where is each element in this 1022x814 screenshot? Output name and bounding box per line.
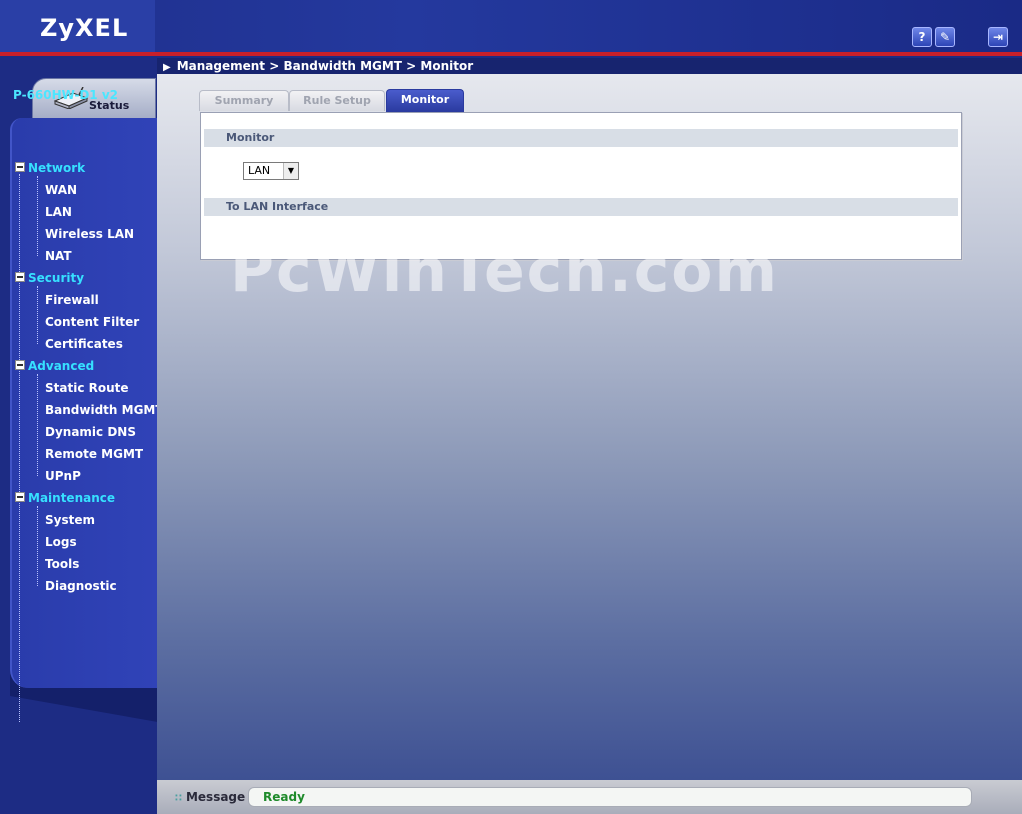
nav-item-lan[interactable]: LAN [45,205,72,219]
collapse-icon[interactable] [15,492,25,502]
nav-item-content-filter[interactable]: Content Filter [45,315,139,329]
nav-item-diagnostic[interactable]: Diagnostic [45,579,117,593]
header-bar: ZyXEL ? ✎ ⇥ [0,0,1022,52]
tree-line [19,174,20,722]
wizard-icon[interactable]: ✎ [935,27,955,47]
tab-monitor[interactable]: Monitor [386,89,464,112]
section-monitor: Monitor [204,129,958,147]
tree-line [37,286,38,344]
tree-line [37,506,38,586]
nav-group-advanced[interactable]: Advanced [15,359,94,373]
nav-item-upnp[interactable]: UPnP [45,469,81,483]
watermark: PcWinTech.com [230,236,780,306]
nav-item-certificates[interactable]: Certificates [45,337,123,351]
section-to-lan-interface: To LAN Interface [204,198,958,216]
tree-line [37,374,38,476]
nav-item-firewall[interactable]: Firewall [45,293,99,307]
collapse-icon[interactable] [15,272,25,282]
nav-item-system[interactable]: System [45,513,95,527]
zyxel-logo: ZyXEL [40,14,129,42]
nav-item-nat[interactable]: NAT [45,249,72,263]
tab-rule-setup[interactable]: Rule Setup [289,90,385,111]
nav-group-network[interactable]: Network [15,161,85,175]
interface-select[interactable]: LAN ▼ [243,162,299,180]
tree-line [37,176,38,256]
logout-icon[interactable]: ⇥ [988,27,1008,47]
nav-item-bandwidth-mgmt[interactable]: Bandwidth MGMT [45,403,164,417]
logo-area: ZyXEL [0,0,155,52]
nav-item-static-route[interactable]: Static Route [45,381,129,395]
nav-item-wireless-lan[interactable]: Wireless LAN [45,227,134,241]
nav-group-security[interactable]: Security [15,271,84,285]
breadcrumb-text: Management > Bandwidth MGMT > Monitor [176,59,474,73]
message-label: ∷ Message [175,790,246,804]
nav-item-wan[interactable]: WAN [45,183,77,197]
chevron-down-icon[interactable]: ▼ [283,163,298,179]
main-content: Summary Rule Setup Monitor Monitor LAN ▼… [157,74,1022,780]
tab-summary[interactable]: Summary [199,90,289,111]
nav-item-remote-mgmt[interactable]: Remote MGMT [45,447,143,461]
nav-item-dynamic-dns[interactable]: Dynamic DNS [45,425,136,439]
message-value: Ready [263,790,305,804]
breadcrumb: ▶ Management > Bandwidth MGMT > Monitor [157,58,1022,74]
dots-icon: ∷ [175,793,182,804]
collapse-icon[interactable] [15,360,25,370]
nav-item-logs[interactable]: Logs [45,535,77,549]
status-bar: ∷ Message Ready [157,780,1022,814]
device-name: P-660HW-D1 v2 [13,88,118,102]
help-icon[interactable]: ? [912,27,932,47]
collapse-icon[interactable] [15,162,25,172]
nav-item-tools[interactable]: Tools [45,557,79,571]
message-box: Ready [248,787,972,807]
interface-select-value: LAN [248,164,271,177]
nav-group-maintenance[interactable]: Maintenance [15,491,115,505]
